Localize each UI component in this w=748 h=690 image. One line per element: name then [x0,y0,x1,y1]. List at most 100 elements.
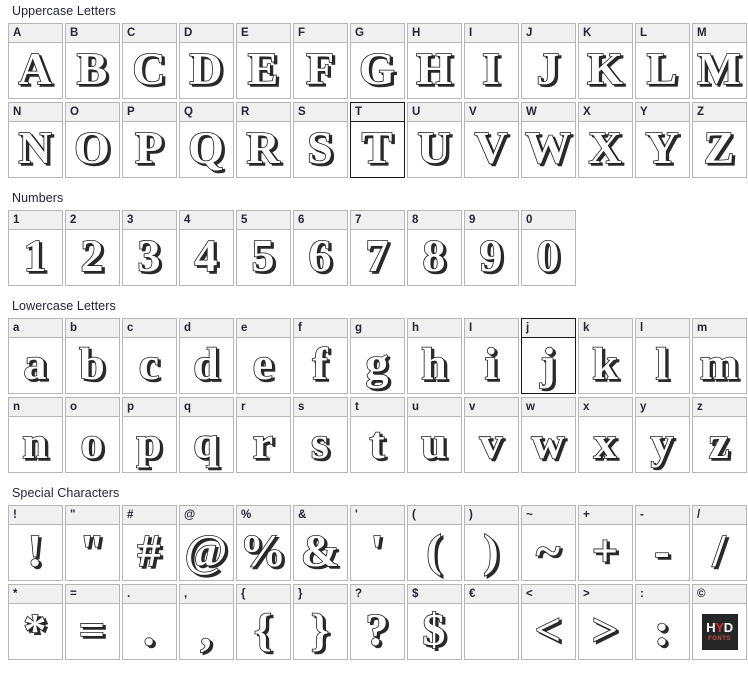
character-cell-special-12[interactable]: © HYD FONTS [692,584,747,660]
character-cell-numbers-4[interactable]: 555 [236,210,291,286]
character-cell-uppercase-4[interactable]: EEE [236,23,291,99]
character-cell-lowercase-5[interactable]: fff [293,318,348,394]
character-label: 8 [408,211,461,230]
character-cell-lowercase-10[interactable]: kkk [578,318,633,394]
character-cell-special-5[interactable]: & & & [293,505,348,581]
character-cell-lowercase-4[interactable]: rrr [236,397,291,473]
character-cell-uppercase-12[interactable]: MMM [692,23,747,99]
character-cell-lowercase-6[interactable]: ggg [350,318,405,394]
character-cell-special-4[interactable]: %%% [236,505,291,581]
character-cell-lowercase-8[interactable]: vvv [464,397,519,473]
character-cell-lowercase-3[interactable]: ddd [179,318,234,394]
character-label: U [408,103,461,122]
character-cell-lowercase-0[interactable]: aaa [8,318,63,394]
character-cell-special-3[interactable]: @ @ @ [179,505,234,581]
character-cell-numbers-7[interactable]: 888 [407,210,462,286]
character-cell-uppercase-8[interactable]: III [464,23,519,99]
character-cell-lowercase-6[interactable]: ttt [350,397,405,473]
character-preview: SS [294,122,347,177]
character-cell-lowercase-10[interactable]: xxx [578,397,633,473]
character-cell-numbers-1[interactable]: 222 [65,210,120,286]
character-cell-lowercase-12[interactable]: zzz [692,397,747,473]
character-cell-lowercase-12[interactable]: mmm [692,318,747,394]
character-cell-uppercase-10[interactable]: XXX [578,102,633,178]
character-label: } [294,585,347,604]
character-cell-special-5[interactable]: }}} [293,584,348,660]
character-cell-special-3[interactable]: ,,, [179,584,234,660]
character-cell-uppercase-5[interactable]: SSS [293,102,348,178]
character-cell-numbers-9[interactable]: 000 [521,210,576,286]
character-cell-uppercase-7[interactable]: UUU [407,102,462,178]
character-cell-uppercase-0[interactable]: AAA [8,23,63,99]
character-cell-uppercase-6[interactable]: GGG [350,23,405,99]
character-cell-lowercase-9[interactable]: www [521,397,576,473]
character-cell-uppercase-1[interactable]: OOO [65,102,120,178]
character-cell-uppercase-4[interactable]: RRR [236,102,291,178]
character-cell-uppercase-10[interactable]: KKK [578,23,633,99]
character-cell-special-10[interactable]: > > > [578,584,633,660]
character-preview: 99 [465,230,518,285]
character-cell-special-10[interactable]: + + + [578,505,633,581]
character-cell-special-8[interactable]: € [464,584,519,660]
character-label: x [579,398,632,417]
character-cell-uppercase-9[interactable]: WWW [521,102,576,178]
character-cell-lowercase-2[interactable]: ccc [122,318,177,394]
character-label: $ [408,585,461,604]
character-cell-uppercase-11[interactable]: YYY [635,102,690,178]
character-cell-lowercase-11[interactable]: lll [635,318,690,394]
character-cell-lowercase-2[interactable]: ppp [122,397,177,473]
character-cell-special-6[interactable]: ' ' ' [350,505,405,581]
character-cell-lowercase-9[interactable]: jjj [521,318,576,394]
character-cell-numbers-3[interactable]: 444 [179,210,234,286]
character-cell-special-0[interactable]: * * * [8,584,63,660]
character-cell-numbers-8[interactable]: 999 [464,210,519,286]
character-cell-lowercase-0[interactable]: nnn [8,397,63,473]
character-cell-uppercase-7[interactable]: HHH [407,23,462,99]
character-cell-special-9[interactable]: < < < [521,584,576,660]
character-cell-numbers-5[interactable]: 666 [293,210,348,286]
character-cell-special-9[interactable]: ~ ~ ~ [521,505,576,581]
character-cell-special-2[interactable]: ... [122,584,177,660]
character-cell-uppercase-1[interactable]: BBB [65,23,120,99]
character-cell-lowercase-7[interactable]: hhh [407,318,462,394]
character-cell-uppercase-8[interactable]: VVV [464,102,519,178]
character-cell-lowercase-8[interactable]: Iii [464,318,519,394]
character-cell-special-11[interactable]: ::: [635,584,690,660]
character-cell-uppercase-9[interactable]: JJJ [521,23,576,99]
character-cell-special-0[interactable]: !!! [8,505,63,581]
character-cell-lowercase-1[interactable]: ooo [65,397,120,473]
svg-text:Z: Z [704,122,735,173]
character-cell-special-2[interactable]: # # # [122,505,177,581]
character-cell-lowercase-4[interactable]: eee [236,318,291,394]
character-cell-uppercase-11[interactable]: LLL [635,23,690,99]
character-cell-special-8[interactable]: ))) [464,505,519,581]
character-cell-lowercase-11[interactable]: yyy [635,397,690,473]
character-cell-special-6[interactable]: ??? [350,584,405,660]
character-row: nnnooopppqqqrrrssstttuuuvvvwwwxxxyyyzzz [8,397,748,473]
character-cell-uppercase-3[interactable]: QQQ [179,102,234,178]
character-preview: rr [237,417,290,472]
character-cell-special-7[interactable]: ((( [407,505,462,581]
character-cell-numbers-0[interactable]: 111 [8,210,63,286]
character-cell-lowercase-7[interactable]: uuu [407,397,462,473]
character-cell-special-1[interactable]: = = = [65,584,120,660]
character-cell-special-7[interactable]: $ $ $ [407,584,462,660]
character-cell-special-4[interactable]: {{{ [236,584,291,660]
character-cell-uppercase-6[interactable]: TTT [350,102,405,178]
character-label: k [579,319,632,338]
character-cell-uppercase-3[interactable]: DDD [179,23,234,99]
character-cell-special-12[interactable]: / / / [692,505,747,581]
character-cell-special-11[interactable]: --- [635,505,690,581]
svg-text:i: i [485,338,498,389]
character-cell-lowercase-3[interactable]: qqq [179,397,234,473]
character-cell-lowercase-5[interactable]: sss [293,397,348,473]
character-cell-uppercase-0[interactable]: NNN [8,102,63,178]
character-cell-uppercase-12[interactable]: ZZZ [692,102,747,178]
character-cell-lowercase-1[interactable]: bbb [65,318,120,394]
character-cell-uppercase-5[interactable]: FFF [293,23,348,99]
character-cell-numbers-6[interactable]: 777 [350,210,405,286]
character-cell-uppercase-2[interactable]: PPP [122,102,177,178]
character-cell-special-1[interactable]: " " " [65,505,120,581]
character-cell-uppercase-2[interactable]: CCC [122,23,177,99]
character-cell-numbers-2[interactable]: 333 [122,210,177,286]
